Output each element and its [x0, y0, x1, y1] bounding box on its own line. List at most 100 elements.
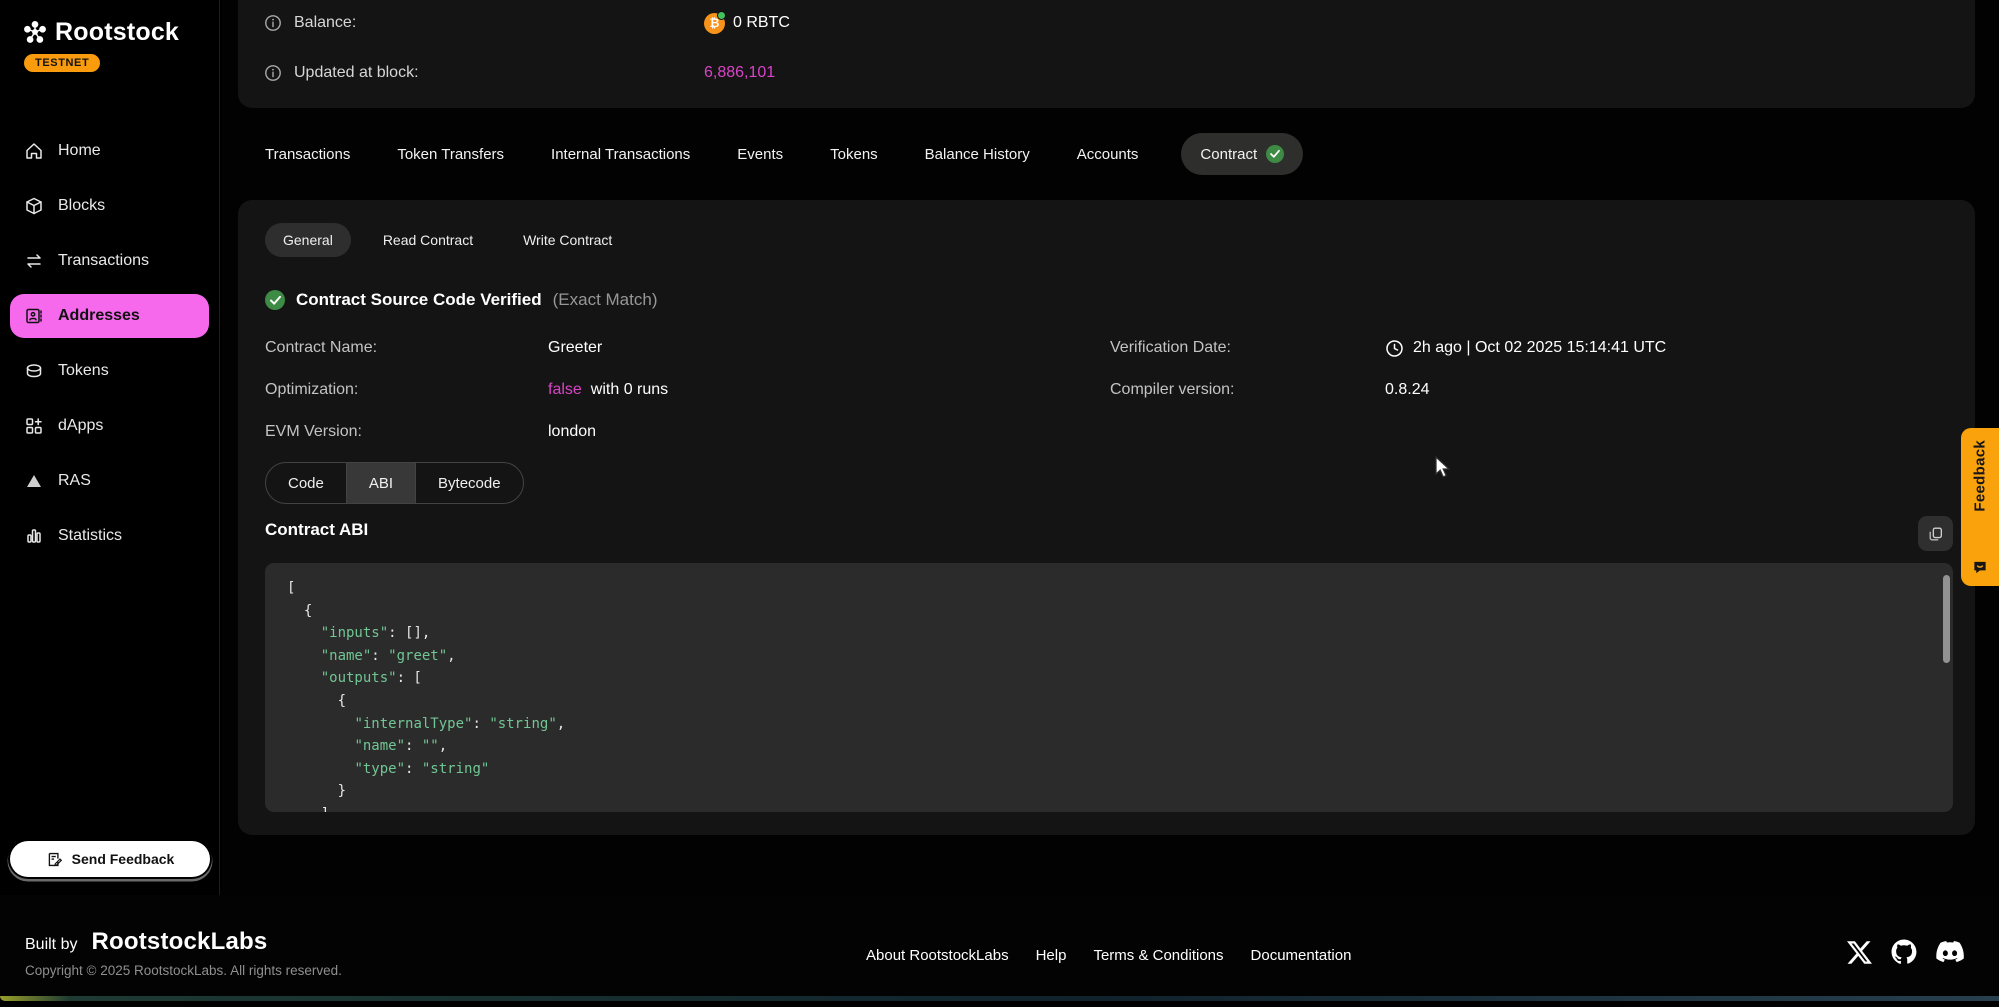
- summary-value[interactable]: 6,886,101: [704, 64, 775, 82]
- sidebar-item-transactions[interactable]: Transactions: [10, 239, 209, 283]
- detail-value: london: [548, 423, 596, 441]
- footer-link-help[interactable]: Help: [1036, 947, 1067, 964]
- sidebar-item-statistics[interactable]: Statistics: [10, 514, 209, 558]
- summary-label: Balance:: [264, 14, 704, 32]
- footer-link-terms-conditions[interactable]: Terms & Conditions: [1093, 947, 1223, 964]
- code-scrollbar-thumb[interactable]: [1943, 575, 1950, 663]
- contract-abi-code[interactable]: [ { "inputs": [], "name": "greet", "outp…: [265, 563, 1953, 812]
- code-string: "name": [321, 648, 372, 664]
- subtab-read-contract[interactable]: Read Contract: [365, 223, 491, 257]
- feedback-chat-icon: [1973, 560, 1988, 575]
- clock-icon: [1385, 339, 1404, 358]
- code-string: "outputs": [321, 670, 397, 686]
- sidebar-item-ras[interactable]: RAS: [10, 459, 209, 503]
- code-string: "inputs": [321, 625, 388, 641]
- sidebar-item-label: dApps: [58, 417, 103, 435]
- sidebar-item-label: Statistics: [58, 527, 122, 545]
- code-plain: }: [287, 783, 346, 799]
- contract-card: General Read Contract Write Contract Contr…: [238, 200, 1975, 835]
- code-plain: : [: [397, 670, 422, 686]
- code-plain: [287, 761, 354, 777]
- feedback-tab-label: Feedback: [1972, 440, 1989, 512]
- detail-row: Optimization:false with 0 runs: [265, 379, 668, 401]
- bottom-gradient-strip: [0, 996, 1999, 1001]
- main-content: Balance: ₿ 0 RBTC Updated at block: 6,886,10…: [221, 0, 1999, 895]
- abi-title: Contract ABI: [265, 520, 368, 540]
- tab-token-transfers[interactable]: Token Transfers: [397, 146, 504, 163]
- sidebar-item-label: Transactions: [58, 252, 149, 270]
- code-tab-bytecode[interactable]: Bytecode: [416, 463, 523, 503]
- detail-value: Greeter: [548, 339, 602, 357]
- sidebar-item-home[interactable]: Home: [10, 129, 209, 173]
- code-plain: :: [472, 716, 489, 732]
- footer: Built by RootstockLabs Copyright © 2025 …: [0, 895, 1999, 1001]
- tab-events[interactable]: Events: [737, 146, 783, 163]
- rootstock-logo-icon: [22, 20, 48, 46]
- code-view-switch: CodeABIBytecode: [265, 462, 524, 504]
- detail-row: Compiler version:0.8.24: [1110, 379, 1429, 401]
- summary-label-text: Updated at block:: [294, 64, 419, 82]
- code-tab-code[interactable]: Code: [266, 463, 346, 503]
- feedback-note-icon: [46, 851, 63, 868]
- verified-check-icon: [1266, 145, 1284, 163]
- built-by-label: Built by: [25, 936, 77, 954]
- info-icon: [264, 14, 282, 32]
- code-plain: : [],: [388, 625, 430, 641]
- tab-tokens[interactable]: Tokens: [830, 146, 878, 163]
- dapps-icon: [24, 416, 44, 436]
- transactions-icon: [24, 251, 44, 271]
- brand-logo[interactable]: Rootstock TESTNET: [0, 0, 219, 72]
- sidebar-item-label: RAS: [58, 472, 91, 490]
- code-plain: [287, 625, 321, 641]
- info-icon: [264, 64, 282, 82]
- rbtc-coin-icon: ₿: [704, 13, 725, 34]
- detail-label: Compiler version:: [1110, 381, 1385, 399]
- detail-label: Optimization:: [265, 381, 548, 399]
- code-plain: :: [405, 738, 422, 754]
- sidebar-item-tokens[interactable]: Tokens: [10, 349, 209, 393]
- verified-row: Contract Source Code Verified (Exact Mat…: [265, 290, 657, 310]
- testnet-badge: TESTNET: [24, 54, 100, 72]
- summary-value-text: 0 RBTC: [733, 14, 790, 32]
- footer-brand[interactable]: RootstockLabs: [91, 928, 267, 956]
- code-string: "greet": [388, 648, 447, 664]
- footer-link-documentation[interactable]: Documentation: [1251, 947, 1352, 964]
- tab-balance-history[interactable]: Balance History: [925, 146, 1030, 163]
- summary-label: Updated at block:: [264, 64, 704, 82]
- code-plain: :: [371, 648, 388, 664]
- detail-value-text: Greeter: [548, 339, 602, 357]
- subtab-write-contract[interactable]: Write Contract: [505, 223, 630, 257]
- feedback-side-tab[interactable]: Feedback: [1961, 428, 1999, 586]
- tab-internal-transactions[interactable]: Internal Transactions: [551, 146, 690, 163]
- footer-link-about-rootstocklabs[interactable]: About RootstockLabs: [866, 947, 1009, 964]
- verified-check-icon: [265, 290, 285, 310]
- code-plain: ,: [557, 716, 565, 732]
- detail-row: Verification Date:2h ago | Oct 02 2025 1…: [1110, 337, 1666, 359]
- verified-suffix: (Exact Match): [553, 290, 658, 310]
- x-icon[interactable]: [1847, 940, 1872, 965]
- code-plain: :: [405, 761, 422, 777]
- summary-label-text: Balance:: [294, 14, 356, 32]
- summary-value: ₿ 0 RBTC: [704, 13, 790, 34]
- detail-row: Contract Name:Greeter: [265, 337, 602, 359]
- tab-transactions[interactable]: Transactions: [265, 146, 350, 163]
- send-feedback-button[interactable]: Send Feedback: [10, 841, 210, 877]
- copyright: Copyright © 2025 RootstockLabs. All righ…: [25, 963, 342, 978]
- sidebar-item-dapps[interactable]: dApps: [10, 404, 209, 448]
- detail-label: EVM Version:: [265, 423, 548, 441]
- code-tab-abi[interactable]: ABI: [346, 463, 416, 503]
- detail-value-text: 2h ago | Oct 02 2025 15:14:41 UTC: [1413, 339, 1666, 357]
- github-icon[interactable]: [1891, 939, 1917, 965]
- addresses-icon: [24, 306, 44, 326]
- tab-label: Contract: [1200, 146, 1257, 163]
- tab-contract[interactable]: Contract: [1181, 133, 1303, 175]
- sidebar-item-addresses[interactable]: Addresses: [10, 294, 209, 338]
- code-plain: [: [287, 580, 295, 596]
- detail-value-text: london: [548, 423, 596, 441]
- tab-accounts[interactable]: Accounts: [1077, 146, 1139, 163]
- subtab-general[interactable]: General: [265, 223, 351, 257]
- discord-icon[interactable]: [1936, 941, 1964, 963]
- blocks-icon: [24, 196, 44, 216]
- copy-abi-button[interactable]: [1918, 516, 1953, 551]
- sidebar-item-blocks[interactable]: Blocks: [10, 184, 209, 228]
